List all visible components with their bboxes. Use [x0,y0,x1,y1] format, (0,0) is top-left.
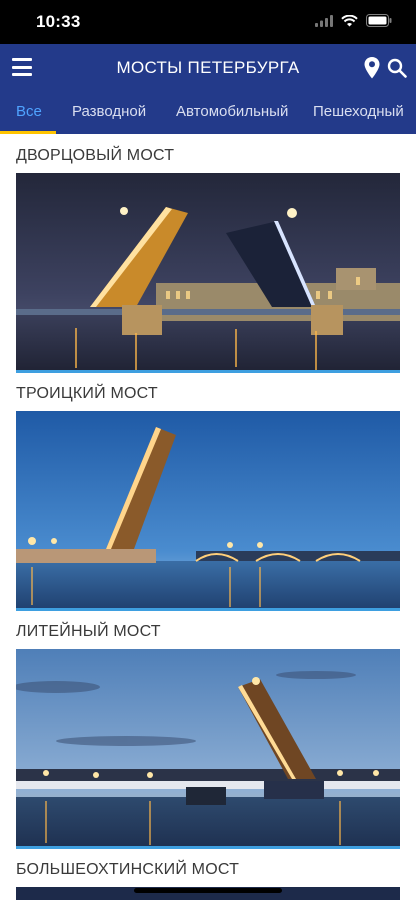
page-title: МОСТЫ ПЕТЕРБУРГА [116,58,300,77]
category-tabs: Все Разводной Автомобильный Пешеходный [0,92,416,134]
tab-all[interactable]: Все [16,103,42,120]
tab-drawbridge[interactable]: Разводной [72,103,146,120]
bridge-title[interactable]: БОЛЬШЕОХТИНСКИЙ МОСТ [16,861,239,879]
status-bar: 10:33 [0,0,416,44]
battery-icon [366,14,392,27]
signal-icon [315,14,333,27]
bridge-title[interactable]: ТРОИЦКИЙ МОСТ [16,385,158,403]
status-time: 10:33 [36,12,81,31]
wifi-icon [341,14,358,26]
map-pin-icon[interactable] [364,57,380,79]
app-bar: МОСТЫ ПЕТЕРБУРГА [0,44,416,92]
tab-automobile[interactable]: Автомобильный [176,103,288,120]
bridge-photo[interactable] [16,173,400,373]
tab-indicator [0,131,56,134]
search-icon[interactable] [387,58,407,78]
bridge-photo[interactable] [16,649,400,849]
tab-pedestrian[interactable]: Пешеходный [313,103,404,120]
bridge-photo[interactable] [16,411,400,611]
bridge-title[interactable]: ДВОРЦОВЫЙ МОСТ [16,147,174,165]
home-indicator [134,888,282,893]
status-icons [315,14,392,27]
bridge-title[interactable]: ЛИТЕЙНЫЙ МОСТ [16,623,161,641]
